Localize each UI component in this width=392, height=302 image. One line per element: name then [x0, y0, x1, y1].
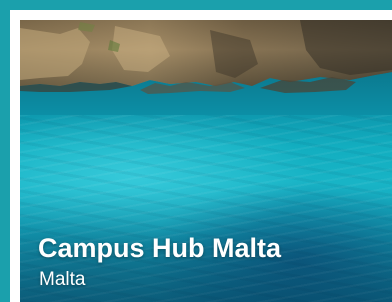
- teal-background: Campus Hub Malta Malta: [0, 0, 392, 302]
- campus-card[interactable]: Campus Hub Malta Malta: [10, 10, 392, 302]
- card-title: Campus Hub Malta: [38, 233, 282, 263]
- card-location: Malta: [39, 269, 86, 290]
- cliffs-illustration: [20, 20, 392, 115]
